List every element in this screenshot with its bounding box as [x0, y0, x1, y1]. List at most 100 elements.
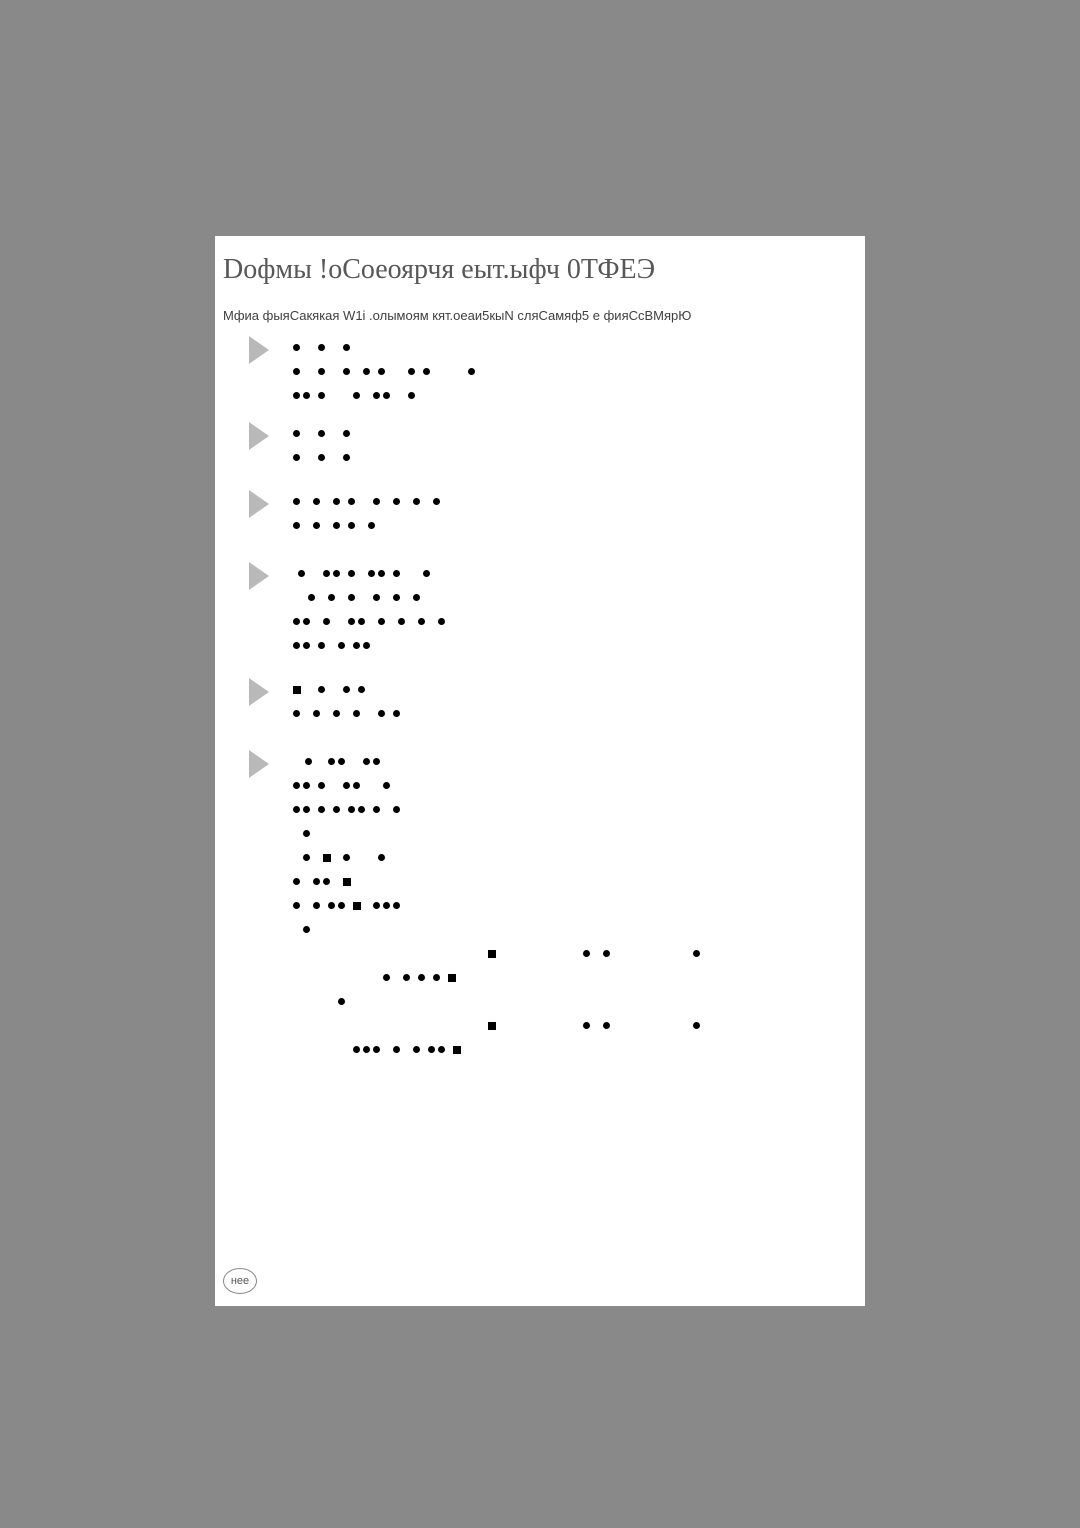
block-content [293, 564, 773, 660]
glyph-dot [393, 570, 400, 577]
glyph-dot [373, 594, 380, 601]
glyph-dot [353, 782, 360, 789]
glyph-dot [348, 594, 355, 601]
glyph-dot [603, 950, 610, 957]
glyph-dot [373, 1046, 380, 1053]
block-content [293, 424, 773, 472]
arrow-bullet-icon [249, 336, 269, 364]
glyph-dot [408, 392, 415, 399]
text-row [293, 704, 773, 724]
glyph-dot [408, 368, 415, 375]
glyph-dot [393, 902, 400, 909]
glyph-square [448, 974, 456, 982]
glyph-dot [378, 368, 385, 375]
glyph-dot [338, 642, 345, 649]
glyph-dot [393, 1046, 400, 1053]
glyph-dot [393, 806, 400, 813]
glyph-dot [693, 950, 700, 957]
text-row [293, 896, 773, 916]
glyph-dot [373, 758, 380, 765]
glyph-dot [293, 430, 300, 437]
page-subtitle: Мфиа фыяСакякая W1i .олымоям кят.оеаи5кы… [223, 308, 691, 323]
glyph-dot [338, 902, 345, 909]
glyph-dot [323, 878, 330, 885]
text-row [293, 824, 773, 844]
glyph-dot [393, 594, 400, 601]
glyph-dot [333, 710, 340, 717]
text-row [293, 386, 773, 406]
arrow-bullet-icon [249, 490, 269, 518]
glyph-dot [313, 498, 320, 505]
glyph-dot [293, 498, 300, 505]
glyph-dot [318, 642, 325, 649]
glyph-dot [318, 686, 325, 693]
glyph-dot [358, 686, 365, 693]
text-row [293, 636, 773, 656]
glyph-dot [333, 806, 340, 813]
glyph-dot [318, 782, 325, 789]
glyph-dot [358, 806, 365, 813]
text-row [293, 680, 773, 700]
glyph-dot [603, 1022, 610, 1029]
text-row [293, 1040, 773, 1060]
glyph-dot [433, 498, 440, 505]
text-row [293, 800, 773, 820]
text-row [293, 968, 773, 988]
text-row [293, 776, 773, 796]
text-row [293, 1016, 773, 1036]
glyph-dot [363, 368, 370, 375]
glyph-dot [383, 902, 390, 909]
glyph-dot [328, 902, 335, 909]
glyph-dot [333, 570, 340, 577]
text-row [293, 992, 773, 1012]
glyph-dot [318, 344, 325, 351]
glyph-dot [328, 758, 335, 765]
block-content [293, 338, 773, 410]
glyph-dot [418, 618, 425, 625]
text-row [293, 752, 773, 772]
glyph-dot [313, 878, 320, 885]
glyph-dot [338, 998, 345, 1005]
glyph-dot [423, 368, 430, 375]
glyph-dot [468, 368, 475, 375]
glyph-dot [393, 498, 400, 505]
glyph-dot [383, 782, 390, 789]
glyph-dot [318, 368, 325, 375]
glyph-dot [293, 782, 300, 789]
glyph-dot [363, 758, 370, 765]
glyph-dot [368, 570, 375, 577]
glyph-dot [323, 618, 330, 625]
glyph-square [488, 950, 496, 958]
glyph-dot [303, 642, 310, 649]
glyph-dot [373, 498, 380, 505]
glyph-dot [303, 782, 310, 789]
glyph-dot [318, 392, 325, 399]
glyph-dot [308, 594, 315, 601]
glyph-dot [303, 926, 310, 933]
block-content [293, 492, 773, 540]
glyph-square [323, 854, 331, 862]
glyph-dot [383, 392, 390, 399]
glyph-dot [343, 854, 350, 861]
glyph-dot [303, 392, 310, 399]
glyph-dot [293, 878, 300, 885]
glyph-dot [338, 758, 345, 765]
glyph-dot [368, 522, 375, 529]
glyph-dot [323, 570, 330, 577]
glyph-square [293, 686, 301, 694]
text-row [293, 424, 773, 444]
document-page: Dофмы !оСоеоярчя еыт.ыфч 0ТФЕЭ Мфиа фыяС… [215, 236, 865, 1306]
glyph-dot [413, 498, 420, 505]
glyph-dot [318, 454, 325, 461]
glyph-dot [333, 498, 340, 505]
glyph-dot [348, 570, 355, 577]
text-row [293, 448, 773, 468]
glyph-dot [403, 974, 410, 981]
glyph-dot [438, 1046, 445, 1053]
glyph-square [353, 902, 361, 910]
glyph-dot [383, 974, 390, 981]
glyph-dot [353, 392, 360, 399]
page-title: Dофмы !оСоеоярчя еыт.ыфч 0ТФЕЭ [223, 254, 655, 286]
glyph-dot [693, 1022, 700, 1029]
text-row [293, 612, 773, 632]
